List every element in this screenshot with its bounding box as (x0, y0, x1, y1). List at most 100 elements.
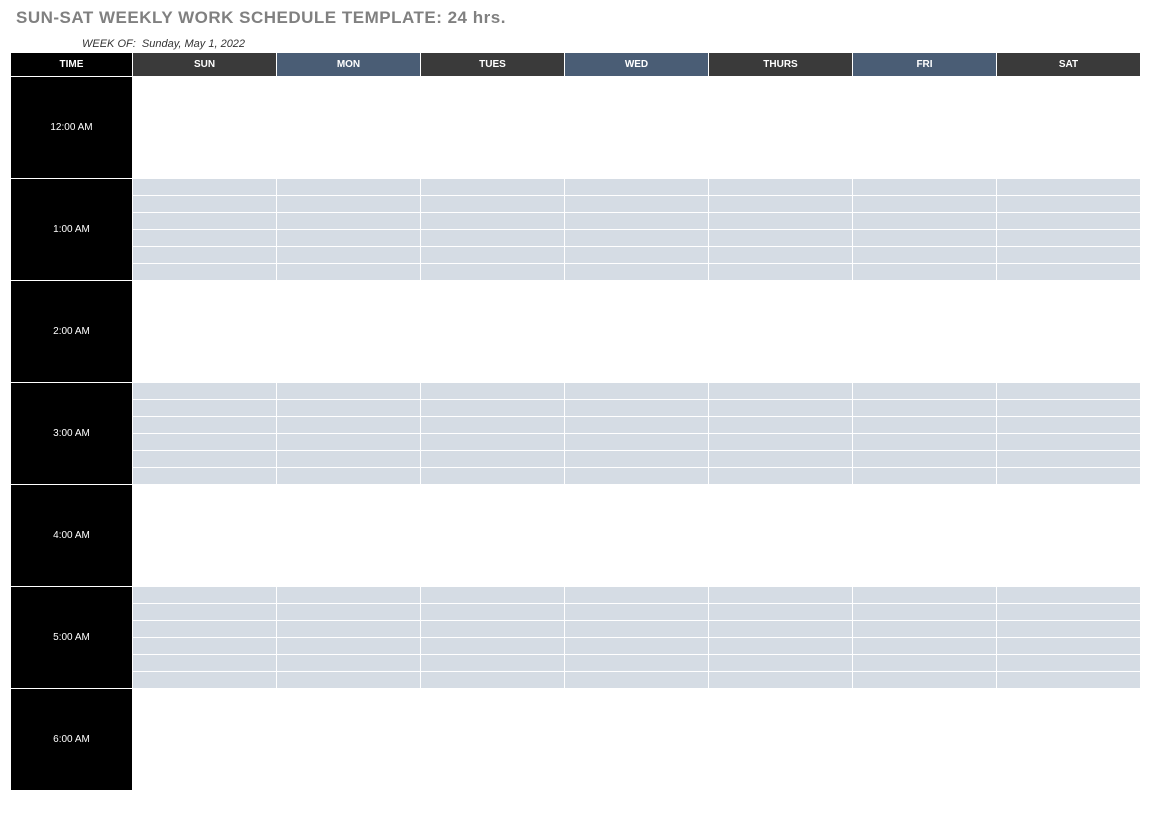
schedule-cell[interactable] (997, 553, 1141, 570)
schedule-cell[interactable] (277, 723, 421, 740)
schedule-cell[interactable] (997, 400, 1141, 417)
schedule-cell[interactable] (277, 145, 421, 162)
schedule-cell[interactable] (853, 196, 997, 213)
schedule-cell[interactable] (421, 315, 565, 332)
schedule-cell[interactable] (421, 536, 565, 553)
schedule-cell[interactable] (421, 298, 565, 315)
schedule-cell[interactable] (277, 485, 421, 502)
schedule-cell[interactable] (277, 196, 421, 213)
schedule-cell[interactable] (997, 434, 1141, 451)
schedule-cell[interactable] (853, 570, 997, 587)
schedule-cell[interactable] (565, 587, 709, 604)
schedule-cell[interactable] (853, 757, 997, 774)
schedule-cell[interactable] (565, 264, 709, 281)
schedule-cell[interactable] (277, 77, 421, 94)
schedule-cell[interactable] (277, 128, 421, 145)
schedule-cell[interactable] (709, 366, 853, 383)
schedule-cell[interactable] (709, 298, 853, 315)
schedule-cell[interactable] (421, 111, 565, 128)
schedule-cell[interactable] (133, 502, 277, 519)
schedule-cell[interactable] (997, 128, 1141, 145)
schedule-cell[interactable] (421, 485, 565, 502)
schedule-cell[interactable] (997, 145, 1141, 162)
schedule-cell[interactable] (133, 417, 277, 434)
schedule-cell[interactable] (133, 689, 277, 706)
schedule-cell[interactable] (565, 400, 709, 417)
schedule-cell[interactable] (133, 638, 277, 655)
schedule-cell[interactable] (277, 604, 421, 621)
schedule-cell[interactable] (853, 485, 997, 502)
schedule-cell[interactable] (709, 757, 853, 774)
schedule-cell[interactable] (133, 519, 277, 536)
schedule-cell[interactable] (133, 94, 277, 111)
schedule-cell[interactable] (997, 417, 1141, 434)
schedule-cell[interactable] (133, 179, 277, 196)
schedule-cell[interactable] (133, 230, 277, 247)
schedule-cell[interactable] (709, 179, 853, 196)
schedule-cell[interactable] (133, 383, 277, 400)
schedule-cell[interactable] (853, 502, 997, 519)
schedule-cell[interactable] (709, 332, 853, 349)
schedule-cell[interactable] (133, 553, 277, 570)
schedule-cell[interactable] (133, 485, 277, 502)
schedule-cell[interactable] (565, 655, 709, 672)
schedule-cell[interactable] (421, 723, 565, 740)
schedule-cell[interactable] (133, 570, 277, 587)
schedule-cell[interactable] (277, 247, 421, 264)
schedule-cell[interactable] (709, 672, 853, 689)
schedule-cell[interactable] (709, 451, 853, 468)
schedule-cell[interactable] (853, 230, 997, 247)
schedule-cell[interactable] (565, 604, 709, 621)
schedule-cell[interactable] (421, 281, 565, 298)
schedule-cell[interactable] (997, 655, 1141, 672)
schedule-cell[interactable] (853, 128, 997, 145)
schedule-cell[interactable] (421, 451, 565, 468)
schedule-cell[interactable] (709, 621, 853, 638)
schedule-cell[interactable] (565, 672, 709, 689)
schedule-cell[interactable] (421, 230, 565, 247)
schedule-cell[interactable] (133, 366, 277, 383)
schedule-cell[interactable] (709, 315, 853, 332)
schedule-cell[interactable] (709, 128, 853, 145)
schedule-cell[interactable] (709, 604, 853, 621)
schedule-cell[interactable] (853, 281, 997, 298)
schedule-cell[interactable] (277, 502, 421, 519)
schedule-cell[interactable] (709, 145, 853, 162)
schedule-cell[interactable] (709, 485, 853, 502)
schedule-cell[interactable] (133, 672, 277, 689)
schedule-cell[interactable] (853, 179, 997, 196)
schedule-cell[interactable] (421, 179, 565, 196)
schedule-cell[interactable] (709, 400, 853, 417)
schedule-cell[interactable] (133, 196, 277, 213)
schedule-cell[interactable] (277, 315, 421, 332)
schedule-cell[interactable] (709, 689, 853, 706)
schedule-cell[interactable] (277, 740, 421, 757)
schedule-cell[interactable] (277, 655, 421, 672)
schedule-cell[interactable] (421, 247, 565, 264)
schedule-cell[interactable] (277, 468, 421, 485)
schedule-cell[interactable] (421, 672, 565, 689)
schedule-cell[interactable] (133, 213, 277, 230)
schedule-cell[interactable] (421, 638, 565, 655)
schedule-cell[interactable] (709, 111, 853, 128)
schedule-cell[interactable] (853, 400, 997, 417)
schedule-cell[interactable] (277, 366, 421, 383)
schedule-cell[interactable] (709, 264, 853, 281)
schedule-cell[interactable] (421, 417, 565, 434)
schedule-cell[interactable] (853, 77, 997, 94)
schedule-cell[interactable] (709, 383, 853, 400)
schedule-cell[interactable] (277, 638, 421, 655)
schedule-cell[interactable] (133, 145, 277, 162)
schedule-cell[interactable] (997, 485, 1141, 502)
schedule-cell[interactable] (565, 621, 709, 638)
schedule-cell[interactable] (997, 672, 1141, 689)
schedule-cell[interactable] (421, 655, 565, 672)
schedule-cell[interactable] (133, 264, 277, 281)
schedule-cell[interactable] (565, 298, 709, 315)
schedule-cell[interactable] (565, 536, 709, 553)
schedule-cell[interactable] (853, 94, 997, 111)
schedule-cell[interactable] (277, 757, 421, 774)
schedule-cell[interactable] (709, 638, 853, 655)
schedule-cell[interactable] (709, 774, 853, 791)
schedule-cell[interactable] (709, 162, 853, 179)
